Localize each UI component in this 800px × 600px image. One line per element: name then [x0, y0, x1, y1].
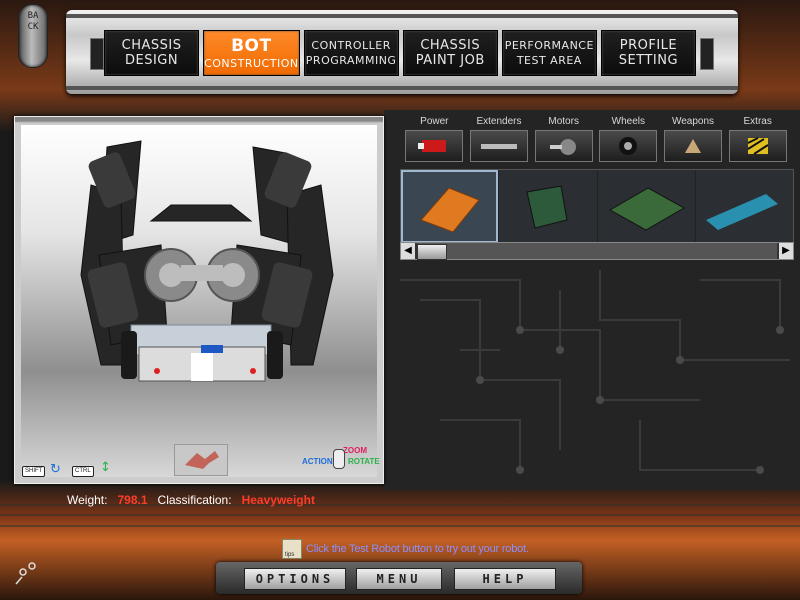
tab-sublabel: SETTING: [618, 53, 679, 68]
part-item[interactable]: [597, 170, 696, 243]
options-button[interactable]: OPTIONS: [244, 568, 346, 590]
controller-board-icon: [608, 187, 685, 231]
tab-label: CHASSIS: [420, 38, 481, 53]
tab-performance-test-area[interactable]: PERFORMANCE TEST AREA: [501, 30, 597, 76]
category-motors[interactable]: Motors: [531, 114, 596, 166]
robot-model[interactable]: [21, 125, 377, 477]
category-label: Motors: [548, 116, 579, 127]
category-label: Power: [420, 116, 449, 127]
help-button[interactable]: HELP: [454, 568, 556, 590]
part-category-bar: Power Extenders Motors Wheels Weapons Ex…: [402, 114, 790, 166]
extender-bar-icon: [470, 130, 528, 162]
tab-sublabel: CONSTRUCTION: [204, 56, 299, 70]
tip-message: tips Click the Test Robot button to try …: [282, 539, 529, 559]
wrench-icon: [185, 451, 219, 469]
viewport-canvas[interactable]: [21, 125, 377, 477]
tab-label: CHASSIS: [121, 38, 182, 53]
part-item[interactable]: [499, 170, 598, 243]
tab-sublabel: PROGRAMMING: [305, 54, 397, 67]
parts-list: [400, 169, 794, 244]
tab-sublabel: PAINT JOB: [415, 53, 485, 68]
action-label: ACTION: [302, 457, 333, 466]
category-wheels[interactable]: Wheels: [596, 114, 661, 166]
tab-profile-setting[interactable]: PROFILE SETTING: [600, 30, 696, 76]
rail-top: [66, 14, 738, 18]
tab-controller-programming[interactable]: CONTROLLER PROGRAMMING: [303, 30, 399, 76]
tab-bot-construction[interactable]: BOT CONSTRUCTION: [203, 30, 300, 76]
category-label: Wheels: [611, 116, 646, 127]
category-weapons[interactable]: Weapons: [661, 114, 726, 166]
shift-key: SHIFT: [22, 466, 46, 477]
robot-stats: Weight: 798.1 Classification: Heavyweigh…: [67, 493, 315, 507]
battery-icon: [405, 130, 464, 162]
tab-label: PROFILE: [619, 38, 678, 53]
back-button[interactable]: BACK: [18, 4, 48, 68]
tab-chassis-paint-job[interactable]: CHASSIS PAINT JOB: [402, 30, 498, 76]
menu-button[interactable]: MENU: [356, 568, 442, 590]
scroll-right-arrow-icon[interactable]: ▶: [779, 243, 793, 259]
category-power[interactable]: Power: [402, 114, 467, 166]
zoom-label: ZOOM: [343, 446, 367, 455]
tab-label: CONTROLLER: [311, 39, 391, 52]
tips-icon-label: tips: [285, 552, 295, 558]
weapon-icon: [664, 130, 723, 162]
hazard-plate-icon: [728, 130, 787, 162]
category-extras[interactable]: Extras: [725, 114, 790, 166]
rotate-arrow-icon: ↻: [50, 462, 61, 477]
part-item[interactable]: [695, 170, 793, 243]
nav-endcap-right: [700, 38, 714, 70]
motor-icon: [534, 130, 593, 162]
bottom-menu-bar: OPTIONS MENU HELP: [216, 562, 582, 594]
ctrl-key: CTRL: [72, 466, 94, 477]
category-label: Extenders: [476, 116, 522, 127]
weight-value: 798.1: [117, 493, 148, 507]
category-extenders[interactable]: Extenders: [467, 114, 532, 166]
robot-3d-viewport[interactable]: [14, 116, 384, 484]
mouse-icon: [333, 449, 345, 469]
tab-sublabel: DESIGN: [124, 53, 179, 68]
rotate-label: ROTATE: [348, 457, 380, 466]
vertical-move-arrow-icon: ↕: [100, 460, 111, 475]
circuit-board-icon: [526, 185, 568, 229]
category-label: Weapons: [671, 116, 715, 127]
blue-cylinder-icon: [705, 194, 778, 230]
rail-bottom: [66, 86, 738, 90]
game-logo-icon: [15, 562, 36, 585]
orange-battery-icon: [420, 187, 480, 233]
remove-part-button[interactable]: [174, 444, 228, 476]
scroll-thumb[interactable]: [417, 244, 447, 260]
back-button-label: BACK: [27, 11, 39, 32]
classification-label: Classification:: [157, 493, 232, 507]
tip-text: Click the Test Robot button to try out y…: [306, 543, 529, 555]
parts-scrollbar[interactable]: ◀ ▶: [400, 242, 794, 260]
wheel-icon: [599, 130, 658, 162]
classification-value: Heavyweight: [241, 493, 315, 507]
nav-tabs: CHASSIS DESIGN BOT CONSTRUCTION CONTROLL…: [104, 30, 696, 76]
scroll-track[interactable]: [417, 243, 777, 259]
category-label: Extras: [743, 116, 772, 127]
nav-endcap-left: [90, 38, 104, 70]
weight-label: Weight:: [67, 493, 108, 507]
tips-icon: tips: [282, 539, 302, 559]
tab-label: BOT: [231, 35, 272, 56]
scroll-left-arrow-icon[interactable]: ◀: [401, 243, 415, 259]
tab-sublabel: TEST AREA: [516, 54, 582, 67]
tab-label: PERFORMANCE: [504, 39, 594, 52]
tab-chassis-design[interactable]: CHASSIS DESIGN: [104, 30, 200, 76]
part-item[interactable]: [401, 170, 500, 243]
